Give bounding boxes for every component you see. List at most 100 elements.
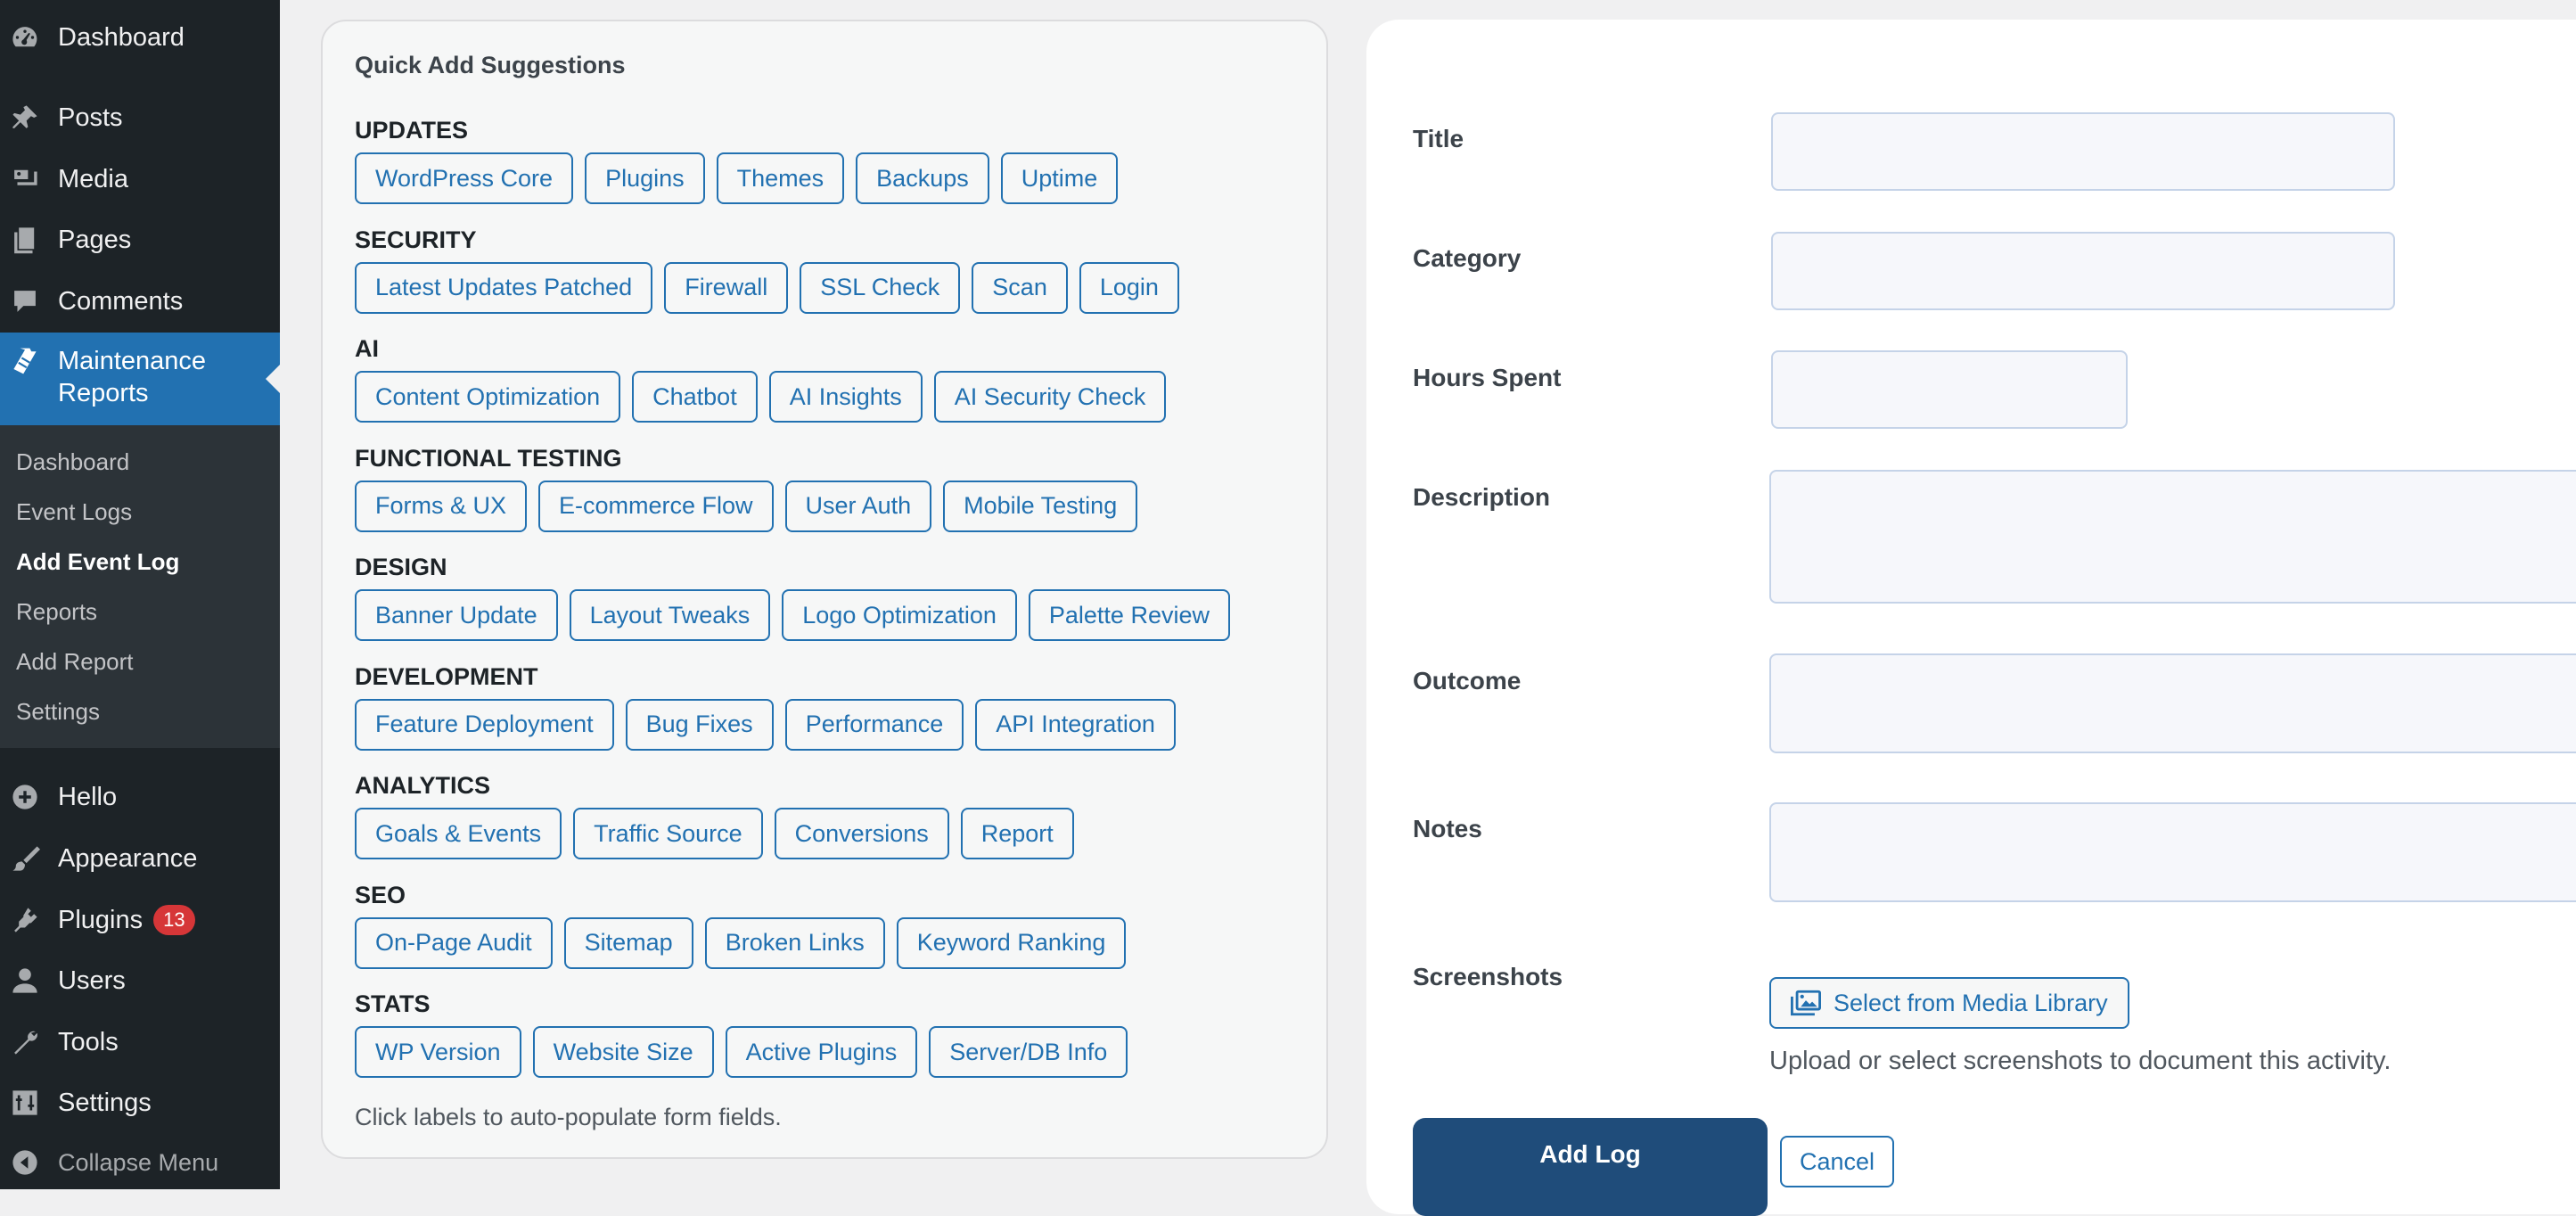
collapse-menu-button[interactable]: Collapse Menu	[0, 1143, 280, 1182]
group-label: SEO	[355, 881, 406, 908]
menu-item-hello[interactable]: Hello	[0, 777, 280, 817]
quick-add-chip[interactable]: Goals & Events	[355, 808, 562, 859]
quick-add-chip[interactable]: Themes	[716, 152, 845, 204]
quick-add-chip[interactable]: AI Insights	[768, 371, 923, 423]
quick-add-chip[interactable]: Plugins	[585, 152, 705, 204]
quick-add-chip[interactable]: Backups	[856, 152, 989, 204]
quick-add-chip[interactable]: Layout Tweaks	[569, 589, 771, 641]
notes-label: Notes	[1413, 815, 1482, 842]
pin-icon	[7, 100, 43, 136]
comment-icon	[7, 283, 43, 319]
quick-add-chip[interactable]: Logo Optimization	[782, 589, 1017, 641]
brush-icon	[7, 841, 43, 876]
outcome-textarea[interactable]	[1769, 653, 2576, 753]
title-input[interactable]	[1771, 112, 2395, 191]
add-log-button[interactable]: Add Log	[1413, 1118, 1768, 1216]
quick-add-chip[interactable]: E-commerce Flow	[538, 480, 774, 532]
media-library-icon	[1791, 990, 1821, 1016]
menu-item-comments[interactable]: Comments	[0, 282, 280, 321]
menu-item-plugins[interactable]: Plugins 13	[0, 900, 280, 940]
chip-row: Feature Deployment Bug Fixes Performance AP…	[355, 698, 1176, 751]
quick-add-title: Quick Add Suggestions	[355, 52, 626, 78]
dashboard-icon	[7, 20, 43, 55]
chip-row: Latest Updates Patched Firewall SSL Check S…	[355, 261, 1179, 314]
plus-circle-icon	[7, 779, 43, 815]
quick-add-chip[interactable]: Conversions	[774, 808, 949, 859]
menu-item-users[interactable]: Users	[0, 961, 280, 1000]
description-textarea[interactable]	[1769, 470, 2576, 604]
notes-textarea[interactable]	[1769, 802, 2576, 902]
quick-add-chip[interactable]: Palette Review	[1028, 589, 1230, 641]
menu-item-label: Appearance	[58, 843, 198, 873]
chip-row: WordPress Core Plugins Themes Backups Uptime	[355, 152, 1119, 204]
menu-item-media[interactable]: Media	[0, 160, 280, 199]
menu-item-settings[interactable]: Settings	[0, 1083, 280, 1122]
quick-add-chip[interactable]: Chatbot	[632, 371, 758, 423]
submenu: Dashboard Event Logs Add Event Log Repor…	[0, 425, 280, 748]
submenu-item-add-event-log[interactable]: Add Event Log	[16, 548, 179, 576]
quick-add-chip[interactable]: SSL Check	[800, 261, 961, 314]
quick-add-chip[interactable]: API Integration	[975, 698, 1176, 751]
menu-item-dashboard[interactable]: Dashboard	[0, 18, 280, 57]
quick-add-chip[interactable]: Report	[960, 808, 1074, 859]
hours-spent-label: Hours Spent	[1413, 364, 1562, 391]
group-label: DEVELOPMENT	[355, 662, 538, 690]
submenu-item-reports[interactable]: Reports	[16, 598, 97, 626]
menu-item-pages[interactable]: Pages	[0, 220, 280, 259]
quick-add-chip[interactable]: AI Security Check	[933, 371, 1167, 423]
quick-add-chip[interactable]: Keyword Ranking	[896, 916, 1127, 969]
submenu-item-event-logs[interactable]: Event Logs	[16, 498, 132, 526]
quick-add-chip[interactable]: Server/DB Info	[929, 1026, 1128, 1078]
submenu-item-dashboard[interactable]: Dashboard	[16, 448, 129, 476]
submenu-item-settings[interactable]: Settings	[16, 698, 100, 726]
menu-item-maintenance-reports[interactable]: Maintenance Reports	[0, 333, 280, 425]
group-label: DESIGN	[355, 554, 447, 580]
menu-item-appearance[interactable]: Appearance	[0, 839, 280, 878]
collapse-icon	[7, 1145, 43, 1180]
settings-icon	[7, 1085, 43, 1121]
quick-add-help-text: Click labels to auto-populate form field…	[355, 1104, 782, 1130]
menu-item-tools[interactable]: Tools	[0, 1023, 280, 1062]
submenu-item-add-report[interactable]: Add Report	[16, 648, 134, 676]
quick-add-chip[interactable]: Broken Links	[704, 916, 885, 969]
quick-add-chip[interactable]: WP Version	[355, 1026, 521, 1078]
group-label: AI	[355, 335, 379, 362]
chip-row: Forms & UX E-commerce Flow User Auth Mobile…	[355, 480, 1138, 532]
select-media-button[interactable]: Select from Media Library	[1769, 977, 2129, 1029]
quick-add-chip[interactable]: Firewall	[664, 261, 789, 314]
menu-item-label: Plugins	[58, 905, 144, 934]
quick-add-chip[interactable]: Mobile Testing	[943, 480, 1138, 532]
quick-add-chip[interactable]: WordPress Core	[355, 152, 574, 204]
hours-spent-input[interactable]	[1771, 350, 2128, 429]
quick-add-chip[interactable]: Performance	[784, 698, 964, 751]
quick-add-chip[interactable]: Forms & UX	[355, 480, 528, 532]
pages-icon	[7, 222, 43, 258]
group-label: SECURITY	[355, 226, 477, 253]
quick-add-chip[interactable]: Content Optimization	[355, 371, 621, 423]
plugin-icon	[7, 902, 43, 938]
quick-add-chip[interactable]: Active Plugins	[725, 1026, 918, 1078]
quick-add-chip[interactable]: Login	[1079, 261, 1179, 314]
menu-item-label: Tools	[58, 1027, 119, 1056]
quick-add-chip[interactable]: Scan	[972, 261, 1068, 314]
menu-item-label: Users	[58, 965, 126, 995]
quick-add-chip[interactable]: Traffic Source	[573, 808, 763, 859]
quick-add-chip[interactable]: Latest Updates Patched	[355, 261, 653, 314]
menu-item-posts[interactable]: Posts	[0, 98, 280, 137]
chip-row: Banner Update Layout Tweaks Logo Optimizat…	[355, 589, 1230, 641]
screenshots-help-text: Upload or select screenshots to document…	[1769, 1047, 2391, 1075]
category-input[interactable]	[1771, 232, 2395, 310]
description-label: Description	[1413, 483, 1551, 511]
user-icon	[7, 963, 43, 998]
quick-add-chip[interactable]: Uptime	[1000, 152, 1119, 204]
add-log-form: Title Category Hours Spent Description O…	[1366, 20, 2576, 1216]
quick-add-chip[interactable]: Sitemap	[563, 916, 693, 969]
quick-add-chip[interactable]: User Auth	[784, 480, 932, 532]
quick-add-chip[interactable]: Website Size	[532, 1026, 714, 1078]
menu-item-label: Comments	[58, 286, 184, 316]
quick-add-chip[interactable]: Banner Update	[355, 589, 558, 641]
quick-add-chip[interactable]: Bug Fixes	[625, 698, 774, 751]
cancel-button[interactable]: Cancel	[1780, 1136, 1895, 1187]
quick-add-chip[interactable]: On-Page Audit	[355, 916, 553, 969]
quick-add-chip[interactable]: Feature Deployment	[355, 698, 614, 751]
